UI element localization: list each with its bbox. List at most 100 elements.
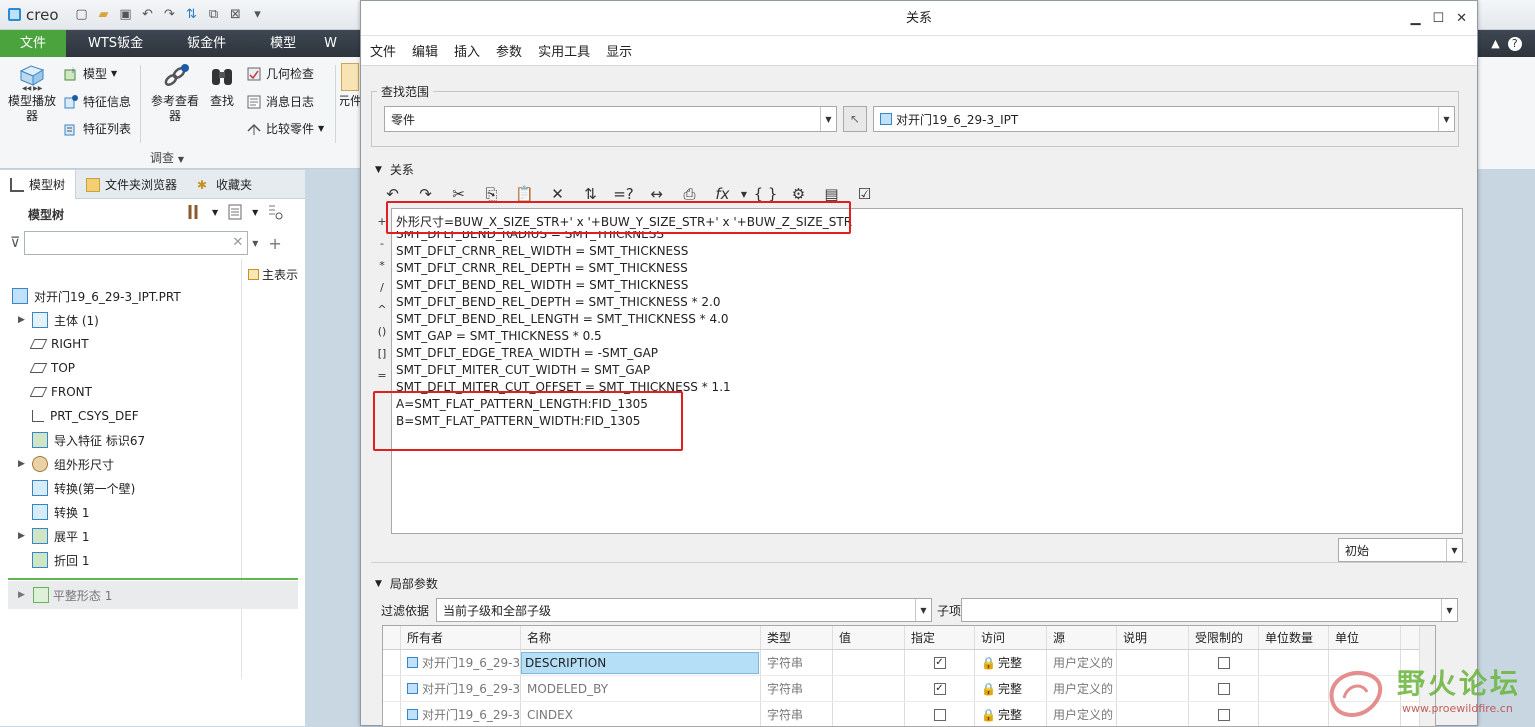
tree-item-body[interactable]: ▶ 主体 (1): [0, 308, 305, 332]
chevron-down-icon[interactable]: ▼: [252, 239, 258, 248]
column-header-value[interactable]: 值: [833, 626, 905, 649]
tree-item-unbend-1[interactable]: ▶ 展平 1: [0, 524, 305, 548]
main-representation[interactable]: 主表示: [248, 266, 298, 283]
local-params-section-header[interactable]: ▼ 局部参数: [375, 575, 438, 592]
child-select[interactable]: ▼: [961, 598, 1458, 622]
operator-multiply-button[interactable]: *: [375, 255, 389, 277]
restricted-checkbox[interactable]: [1217, 656, 1230, 669]
tab-model[interactable]: 模型: [248, 30, 318, 57]
designated-checkbox[interactable]: ✓: [933, 656, 946, 669]
menu-edit[interactable]: 编辑: [412, 41, 438, 60]
minimize-icon[interactable]: ▁: [1410, 1, 1420, 36]
geometry-check-button[interactable]: 几何检查: [246, 65, 314, 82]
tree-item-bendback-1[interactable]: 折回 1: [0, 548, 305, 572]
tab-folder-browser[interactable]: 文件夹浏览器: [76, 170, 187, 199]
clear-icon[interactable]: ✕: [232, 235, 243, 250]
table-row[interactable]: 对开门19_6_29-3_ DESCRIPTION 字符串 ✓ 🔒 完整 用户定义…: [383, 650, 1435, 676]
new-file-icon[interactable]: ▢: [73, 6, 91, 24]
operator-brackets-button[interactable]: []: [375, 343, 389, 365]
param-description[interactable]: [1117, 676, 1189, 701]
tools-icon[interactable]: [186, 203, 204, 221]
scope-object-select[interactable]: 对开门19_6_29-3_IPT ▼: [873, 106, 1455, 132]
column-header-description[interactable]: 说明: [1117, 626, 1189, 649]
param-name[interactable]: CINDEX: [521, 702, 761, 726]
model-playback-button[interactable]: ◀◀ ▶▶ 模型播放器: [4, 63, 60, 124]
param-value[interactable]: [833, 676, 905, 701]
designated-checkbox[interactable]: ✓: [933, 682, 946, 695]
operator-minus-button[interactable]: -: [375, 233, 389, 255]
table-row[interactable]: 对开门19_6_29-3_ MODELED_BY 字符串 ✓ 🔒 完整 用户定义的: [383, 676, 1435, 702]
column-header-type[interactable]: 类型: [761, 626, 833, 649]
settings-list-icon[interactable]: [226, 203, 244, 221]
tree-filter-icon[interactable]: [266, 203, 284, 221]
operator-parens-button[interactable]: (): [375, 321, 389, 343]
tree-item-flat-state[interactable]: ▶ 平整形态 1: [8, 581, 298, 609]
relations-section-header[interactable]: ▼ 关系: [375, 161, 414, 178]
open-folder-icon[interactable]: ▰: [95, 6, 113, 24]
column-header-designated[interactable]: 指定: [905, 626, 975, 649]
tree-search-input[interactable]: ✕: [24, 231, 249, 255]
column-header-unit-quantity[interactable]: 单位数量: [1259, 626, 1329, 649]
tree-item-import-feature[interactable]: 导入特征 标识67: [0, 428, 305, 452]
param-value[interactable]: [833, 650, 905, 675]
relations-editor[interactable]: 外形尺寸=BUW_X_SIZE_STR+' x '+BUW_Y_SIZE_STR…: [391, 208, 1463, 534]
tab-w[interactable]: W: [318, 30, 343, 57]
tree-item-part[interactable]: 对开门19_6_29-3_IPT.PRT: [0, 284, 305, 308]
column-header-unit[interactable]: 单位: [1329, 626, 1401, 649]
add-icon[interactable]: +: [268, 234, 281, 253]
reference-viewer-button[interactable]: 参考查看器: [148, 63, 202, 124]
scope-type-select[interactable]: 零件 ▼: [384, 106, 837, 132]
expand-arrow-icon[interactable]: ▶: [18, 590, 25, 600]
tab-file[interactable]: 文件: [0, 30, 67, 57]
menu-utilities[interactable]: 实用工具: [538, 41, 590, 60]
menu-show[interactable]: 显示: [606, 41, 632, 60]
tree-item-front[interactable]: FRONT: [0, 380, 305, 404]
operator-equals-button[interactable]: =: [375, 365, 389, 387]
param-name-cell[interactable]: DESCRIPTION: [521, 650, 761, 675]
redo-icon[interactable]: ↷: [161, 6, 179, 24]
customize-dropdown-icon[interactable]: ▾: [249, 6, 267, 24]
close-icon[interactable]: ✕: [1456, 1, 1467, 36]
menu-insert[interactable]: 插入: [454, 41, 480, 60]
graphics-area[interactable]: [305, 170, 360, 726]
param-name-input[interactable]: DESCRIPTION: [521, 651, 759, 674]
compare-part-dropdown[interactable]: 比较零件 ▼: [246, 120, 324, 137]
tree-item-convert-wall[interactable]: 转换(第一个壁): [0, 476, 305, 500]
help-icon[interactable]: ?: [1507, 36, 1522, 51]
tab-sheetmetal[interactable]: 钣金件: [165, 30, 248, 57]
table-row[interactable]: 对开门19_6_29-3_ CINDEX 字符串 🔒 完整 用户定义的: [383, 702, 1435, 726]
operator-divide-button[interactable]: /: [375, 277, 389, 299]
tab-favorites[interactable]: ✱ 收藏夹: [187, 170, 262, 199]
column-header-source[interactable]: 源: [1047, 626, 1117, 649]
filter-by-select[interactable]: 当前子级和全部子级 ▼: [436, 598, 932, 622]
chevron-down-icon[interactable]: ▼: [252, 208, 258, 217]
menu-parameters[interactable]: 参数: [496, 41, 522, 60]
model-dropdown[interactable]: i 模型 ▼: [63, 65, 117, 82]
column-header-owner[interactable]: 所有者: [401, 626, 521, 649]
chevron-down-icon[interactable]: ▼: [212, 208, 218, 217]
select-object-button[interactable]: ↖: [843, 106, 867, 132]
tree-item-top[interactable]: TOP: [0, 356, 305, 380]
undo-icon[interactable]: ↶: [139, 6, 157, 24]
tree-item-convert-1[interactable]: 转换 1: [0, 500, 305, 524]
column-header-restricted[interactable]: 受限制的: [1189, 626, 1259, 649]
column-header-name[interactable]: 名称: [521, 626, 761, 649]
regenerate-icon[interactable]: ⇅: [183, 6, 201, 24]
message-log-button[interactable]: 消息日志: [246, 93, 314, 110]
feature-info-button[interactable]: 特征信息: [63, 93, 131, 110]
column-header-access[interactable]: 访问: [975, 626, 1047, 649]
tree-item-right[interactable]: RIGHT: [0, 332, 305, 356]
find-button[interactable]: 查找: [205, 63, 239, 109]
save-icon[interactable]: ▣: [117, 6, 135, 24]
expand-arrow-icon[interactable]: ▶: [18, 315, 25, 325]
expand-arrow-icon[interactable]: ▶: [18, 459, 25, 469]
relation-order-select[interactable]: 初始 ▼: [1338, 538, 1463, 562]
feature-list-button[interactable]: 特征列表: [63, 120, 131, 137]
windows-icon[interactable]: ⧉: [205, 6, 223, 24]
tree-item-group-size[interactable]: ▶ 组外形尺寸: [0, 452, 305, 476]
param-description[interactable]: [1117, 650, 1189, 675]
maximize-icon[interactable]: ☐: [1432, 1, 1444, 36]
component-button[interactable]: 元件: [340, 63, 360, 109]
menu-file[interactable]: 文件: [370, 41, 396, 60]
minimize-ribbon-icon[interactable]: ▲: [1491, 37, 1499, 50]
